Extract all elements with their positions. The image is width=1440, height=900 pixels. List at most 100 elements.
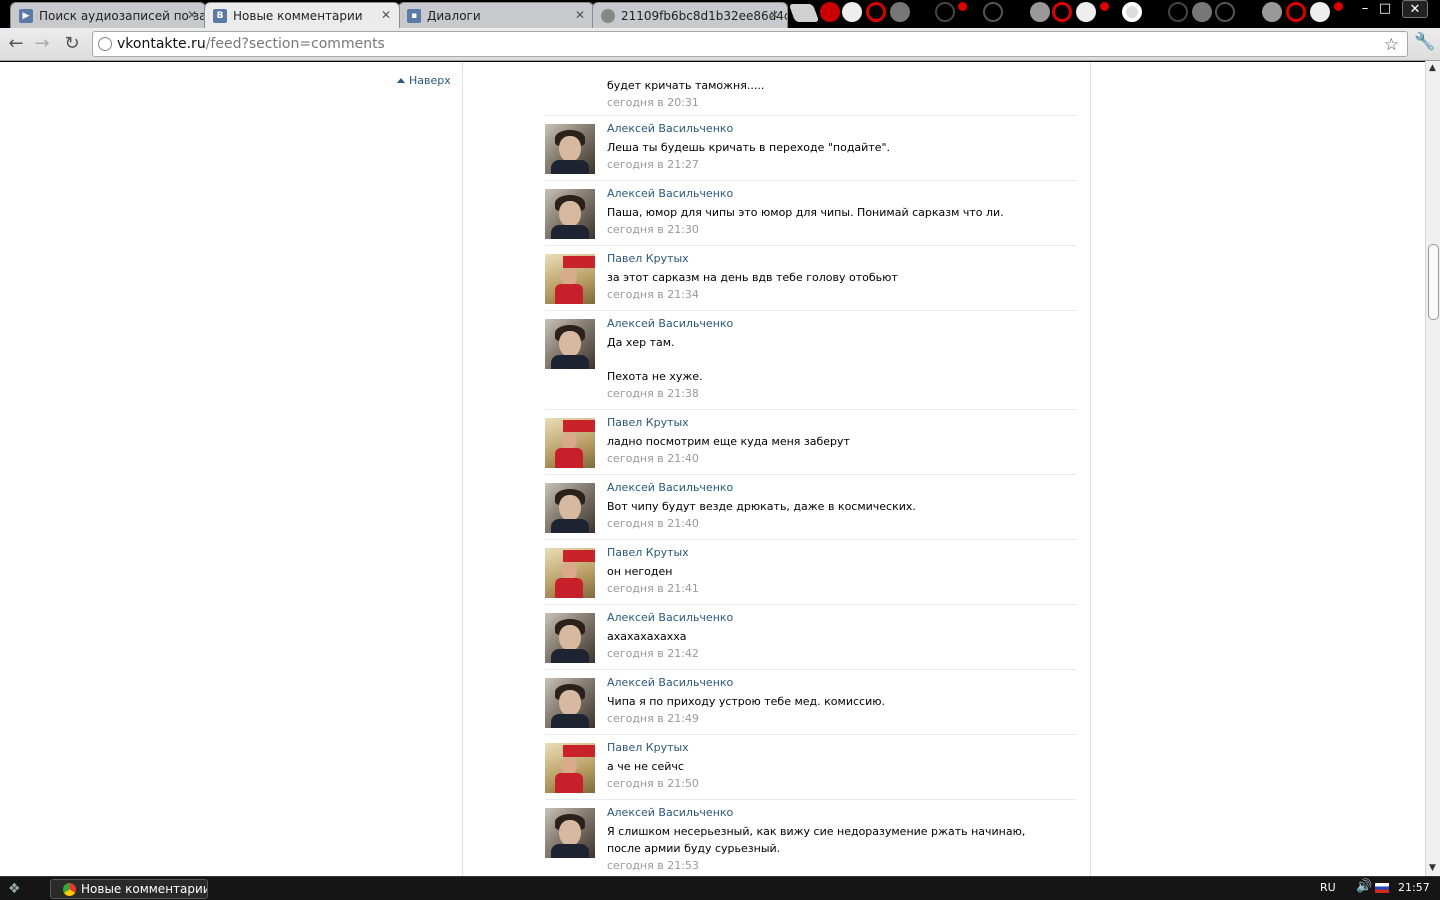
comment-date[interactable]: сегодня в 21:41 [607, 582, 699, 595]
avatar[interactable] [545, 613, 595, 663]
comment-author-link[interactable]: Алексей Васильченко [607, 676, 733, 689]
close-window-button[interactable]: ✕ [1402, 0, 1428, 18]
comment-date[interactable]: сегодня в 21:27 [607, 158, 699, 171]
column-divider [1090, 62, 1091, 876]
avatar[interactable] [545, 254, 595, 304]
scroll-up-arrow-icon[interactable]: ▲ [1429, 63, 1436, 73]
comment-text: Паша, юмор для чипы это юмор для чипы. П… [607, 206, 1004, 219]
avatar[interactable] [545, 124, 595, 174]
tab-dialogs[interactable]: ▪ Диалоги ✕ [398, 2, 594, 28]
comment-author-link[interactable]: Павел Крутых [607, 252, 689, 265]
flag-icon [1375, 883, 1389, 893]
scrollbar-thumb[interactable] [1428, 244, 1439, 320]
comment-author-link[interactable]: Алексей Васильченко [607, 806, 733, 819]
decorative-circle [1122, 2, 1142, 22]
comment-author-link[interactable]: Алексей Васильченко [607, 122, 733, 135]
comment-item: Павел Крутых ладно посмотрим еще куда мен… [545, 410, 1076, 475]
comment-date[interactable]: сегодня в 20:31 [607, 96, 699, 109]
avatar[interactable] [545, 418, 595, 468]
start-button[interactable]: ❖ [8, 881, 38, 897]
comment-author-link[interactable]: Павел Крутых [607, 416, 689, 429]
comment-author-link[interactable]: Павел Крутых [607, 546, 689, 559]
decorative-circle [866, 2, 886, 22]
comment-author-link[interactable]: Алексей Васильченко [607, 481, 733, 494]
comment-text: будет кричать таможня..... [607, 79, 765, 92]
close-icon[interactable]: ✕ [187, 8, 197, 22]
comment-text: Чипа я по приходу устрою тебе мед. комис… [607, 695, 885, 708]
volume-icon[interactable]: 🔊 [1356, 879, 1372, 894]
comment-author-link[interactable]: Павел Крутых [607, 741, 689, 754]
tab-new-comments[interactable]: В Новые комментарии ✕ [204, 2, 400, 28]
chrome-icon [63, 883, 76, 896]
avatar[interactable] [545, 743, 595, 793]
comment-item: Павел Крутых за этот сарказм на день вдв … [545, 246, 1076, 311]
url-domain: vkontakte.ru [117, 36, 206, 52]
avatar-part [551, 225, 589, 239]
minimize-button[interactable]: – [1355, 0, 1375, 18]
comment-author-link[interactable]: Алексей Васильченко [607, 187, 733, 200]
new-tab-button[interactable] [788, 4, 820, 22]
scroll-down-arrow-icon[interactable]: ▼ [1429, 863, 1436, 873]
decorative-circle [1262, 2, 1282, 22]
avatar[interactable] [545, 548, 595, 598]
comment-item: Алексей Васильченко Я слишком несерьезный… [545, 800, 1076, 876]
vertical-scrollbar[interactable]: ▲ ▼ [1425, 61, 1440, 876]
decorative-circle [1168, 2, 1188, 22]
avatar-part [563, 420, 595, 432]
comment-date[interactable]: сегодня в 21:40 [607, 517, 699, 530]
comment-date[interactable]: сегодня в 21:50 [607, 777, 699, 790]
avatar[interactable] [545, 189, 595, 239]
back-to-top-label: Наверх [409, 74, 451, 87]
decorative-circle [842, 2, 862, 22]
taskbar-item-chrome[interactable]: Новые комментарии... [50, 879, 208, 899]
avatar[interactable] [545, 808, 595, 858]
avatar-part [551, 714, 589, 728]
comment-author-link[interactable]: Алексей Васильченко [607, 317, 733, 330]
comment-date[interactable]: сегодня в 21:49 [607, 712, 699, 725]
decorative-circle [983, 2, 1003, 22]
avatar[interactable] [545, 483, 595, 533]
comment-text: Я слишком несерьезный, как вижу сие недо… [607, 825, 1029, 855]
avatar-part [551, 519, 589, 533]
back-to-top-link[interactable]: Наверх [397, 74, 451, 87]
tab-audio-search[interactable]: ▶ Поиск аудиозаписей по запр ✕ [10, 2, 206, 28]
comment-item: Алексей Васильченко Паша, юмор для чипы э… [545, 181, 1076, 246]
avatar-part [555, 773, 583, 793]
avatar-part [555, 284, 583, 304]
comment-date[interactable]: сегодня в 21:53 [607, 859, 699, 872]
decorative-circle [1215, 2, 1235, 22]
comment-date[interactable]: сегодня в 21:40 [607, 452, 699, 465]
vk-logo-icon: В [213, 8, 227, 23]
wrench-menu-icon[interactable]: 🔧 [1414, 32, 1436, 54]
address-bar[interactable]: vkontakte.ru/feed?section=comments ☆ [92, 31, 1408, 57]
forward-button[interactable]: → [30, 32, 54, 56]
language-indicator[interactable]: RU [1320, 881, 1336, 894]
comment-date[interactable]: сегодня в 21:42 [607, 647, 699, 660]
comment-item: Алексей Васильченко Да хер там. Пехота не… [545, 311, 1076, 410]
reload-button[interactable]: ↻ [60, 32, 84, 56]
comment-date[interactable]: сегодня в 21:38 [607, 387, 699, 400]
clock: 21:57 [1398, 881, 1430, 894]
avatar-part [559, 495, 581, 521]
tab-label: Поиск аудиозаписей по запр [39, 8, 205, 23]
back-button[interactable]: ← [4, 32, 28, 56]
comment-item: Павел Крутых а че не сейчс сегодня в 21:50 [545, 735, 1076, 800]
tab-image[interactable]: 21109fb6bc8d1b32ee86d4c16 ✕ [592, 2, 788, 28]
bookmark-star-icon[interactable]: ☆ [1384, 33, 1399, 57]
avatar-part [559, 820, 581, 846]
comment-date[interactable]: сегодня в 21:34 [607, 288, 699, 301]
url-path: /feed?section=comments [205, 36, 385, 52]
maximize-button[interactable]: □ [1375, 0, 1395, 18]
avatar[interactable] [545, 319, 595, 369]
comment-author-link[interactable]: Алексей Васильченко [607, 611, 733, 624]
comment-text: он негоден [607, 565, 673, 578]
close-icon[interactable]: ✕ [381, 8, 391, 22]
avatar[interactable] [545, 678, 595, 728]
windows-taskbar: ❖ Новые комментарии... RU 🔊 21:57 [0, 876, 1440, 900]
avatar-part [563, 745, 595, 757]
comment-date[interactable]: сегодня в 21:30 [607, 223, 699, 236]
avatar-part [559, 690, 581, 716]
comment-text: ахахахахахха [607, 630, 687, 643]
close-icon[interactable]: ✕ [769, 8, 779, 22]
close-icon[interactable]: ✕ [575, 8, 585, 22]
